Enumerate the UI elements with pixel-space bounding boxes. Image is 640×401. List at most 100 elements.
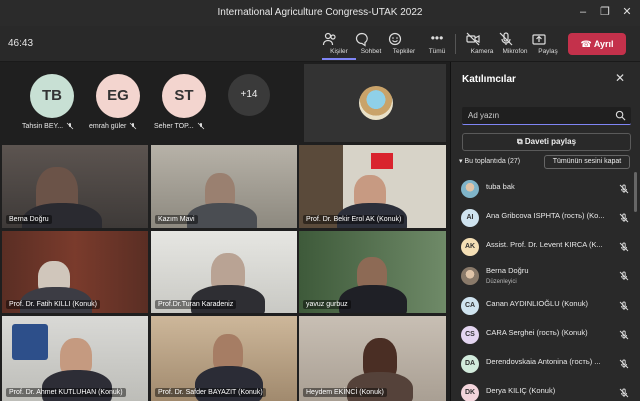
tile-name: Prof. Dr. Bekir Erol AK (Konuk) [303, 215, 405, 224]
mic-label: Mikrofon [502, 48, 528, 55]
share-invite-label: Daveti paylaş [524, 137, 577, 146]
participant-avatar: AK [461, 238, 479, 256]
meeting-toolbar: 46:43 Kişiler Sohbet Tepkiler ••• Tümü K… [0, 26, 640, 62]
people-label: Kişiler [330, 48, 348, 55]
chevron-down-icon: ▾ [459, 158, 463, 165]
chat-icon [355, 32, 368, 47]
video-tile[interactable]: Heydem EKİNCİ (Konuk) [299, 316, 446, 401]
title-bar: International Agriculture Congress-UTAK … [0, 0, 640, 26]
restore-icon[interactable]: ❐ [598, 5, 612, 19]
participant-avatar [461, 180, 479, 198]
tile-name: Kazım Mavi [155, 215, 198, 224]
mic-button[interactable]: Mikrofon [498, 28, 532, 60]
tile-name: Prof. Dr. Safder BAYAZIT (Konuk) [155, 388, 266, 397]
participant-name: Ana Gribcova ISPHTA (гость) (Ko... [486, 211, 605, 220]
share-label: Paylaş [538, 48, 558, 55]
avatar-name: Tahsin BEY... [22, 122, 74, 130]
video-tile[interactable]: Prof. Dr. Fatih KILLI (Konuk) [2, 231, 148, 313]
overflow-participants-button[interactable]: +14 [228, 74, 270, 116]
mic-off-icon [619, 213, 629, 223]
participant-row[interactable]: Berna Doğru Düzenleyici [461, 265, 631, 287]
video-gallery: TB Tahsin BEY... EG emrah güler ST Seher… [0, 62, 450, 401]
mic-off-icon [619, 359, 629, 369]
participant-avatar: DA [461, 355, 479, 373]
mute-all-button[interactable]: Tümünün sesini kapat [544, 155, 630, 169]
avatar-name-text: emrah güler [89, 122, 127, 130]
tile-name: Prof.Dr.Turan Karadeniz [155, 300, 237, 309]
participant-row[interactable]: AI Ana Gribcova ISPHTA (гость) (Ko... [461, 207, 631, 229]
avatar[interactable]: ST [162, 74, 206, 118]
chat-label: Sohbet [360, 48, 382, 55]
avatar-name: Seher TOP... [154, 122, 205, 130]
share-invite-icon: ⧉ [516, 137, 523, 146]
participant-avatar: CA [461, 297, 479, 315]
logo-decoration [12, 324, 48, 360]
share-button[interactable]: Paylaş [531, 28, 565, 60]
mic-off-icon [197, 122, 204, 130]
mic-off-icon [130, 122, 137, 130]
video-tile-active-speaker[interactable]: Prof. Dr. Ahmet KUTLUHAN (Konuk) [2, 316, 148, 401]
reactions-button[interactable]: Tepkiler [387, 28, 421, 60]
participant-name: CARA Serghei (гость) (Konuk) [486, 328, 588, 337]
participant-role: Düzenleyici [486, 279, 517, 285]
camera-button[interactable]: Kamera [465, 28, 499, 60]
video-tile[interactable]: Kazım Mavi [151, 145, 297, 228]
toolbar-divider [455, 34, 456, 54]
people-icon [322, 32, 336, 46]
mic-off-icon [499, 32, 513, 46]
video-tile[interactable]: yavuz gurbuz [299, 231, 446, 313]
tile-name: yavuz gurbuz [303, 300, 351, 309]
close-panel-icon[interactable]: ✕ [613, 71, 627, 85]
avatar[interactable]: EG [96, 74, 140, 118]
participants-panel: Katılımcılar ✕ Ad yazın ⧉ Daveti paylaş … [450, 62, 640, 401]
chat-button[interactable]: Sohbet [354, 28, 388, 60]
video-tile[interactable]: Prof. Dr. Bekir Erol AK (Konuk) [299, 145, 446, 228]
more-icon: ••• [430, 31, 444, 45]
avatar-name: emrah güler [89, 122, 137, 130]
reactions-label: Tepkiler [392, 48, 416, 55]
mic-off-icon [619, 388, 629, 398]
avatar-strip: TB Tahsin BEY... EG emrah güler ST Seher… [0, 62, 300, 142]
participant-row[interactable]: CA Canan AYDINLIOĞLU (Konuk) [461, 295, 631, 317]
share-invite-button[interactable]: ⧉ Daveti paylaş [462, 133, 631, 151]
participant-row[interactable]: DK Derya KILIÇ (Konuk) [461, 382, 631, 401]
reactions-icon [388, 32, 402, 46]
participant-avatar: DK [461, 384, 479, 401]
minimize-icon[interactable]: – [576, 5, 590, 19]
avatar-name-text: Tahsin BEY... [22, 122, 64, 130]
participant-avatar: CS [461, 326, 479, 344]
search-icon [615, 110, 626, 121]
participant-name: Berna Doğru [486, 266, 529, 275]
tile-name: Prof. Dr. Fatih KILLI (Konuk) [6, 300, 100, 309]
leave-button[interactable]: ☎ Ayrıl [568, 33, 626, 55]
avatar[interactable]: TB [30, 74, 74, 118]
close-window-icon[interactable]: ✕ [620, 5, 634, 19]
mic-off-icon [619, 330, 629, 340]
participant-avatar: AI [461, 209, 479, 227]
participant-search-input[interactable]: Ad yazın [462, 107, 631, 125]
search-placeholder: Ad yazın [468, 111, 500, 120]
scrollbar[interactable] [634, 172, 637, 212]
mic-off-icon [619, 184, 629, 194]
participant-name: tuba bak [486, 182, 515, 191]
meeting-timer: 46:43 [8, 38, 34, 49]
in-meeting-section-toggle[interactable]: ▾ Bu toplantıda (27) [459, 157, 520, 165]
people-button[interactable]: Kişiler [322, 28, 356, 60]
participant-row[interactable]: AK Assist. Prof. Dr. Levent KIRCA (K... [461, 236, 631, 258]
participant-row[interactable]: DA Derendovskaia Antonina (гость) ... [461, 353, 631, 375]
camera-off-icon [466, 32, 480, 46]
video-tile[interactable]: Prof. Dr. Safder BAYAZIT (Konuk) [151, 316, 297, 401]
video-tile[interactable]: Prof.Dr.Turan Karadeniz [151, 231, 297, 313]
video-tile[interactable]: Berna Doğru [2, 145, 148, 228]
participant-name: Assist. Prof. Dr. Levent KIRCA (K... [486, 240, 603, 249]
participant-row[interactable]: tuba bak [461, 178, 631, 200]
more-label: Tümü [428, 48, 446, 55]
more-button[interactable]: ••• Tümü [420, 28, 454, 60]
leave-label: Ayrıl [593, 39, 614, 49]
pinned-participant-tile[interactable] [304, 64, 446, 142]
hang-up-icon: ☎ [580, 39, 592, 49]
participant-row[interactable]: CS CARA Serghei (гость) (Konuk) [461, 324, 631, 346]
mic-off-icon [619, 301, 629, 311]
participant-name: Derendovskaia Antonina (гость) ... [486, 357, 601, 366]
tile-name: Prof. Dr. Ahmet KUTLUHAN (Konuk) [6, 388, 126, 397]
